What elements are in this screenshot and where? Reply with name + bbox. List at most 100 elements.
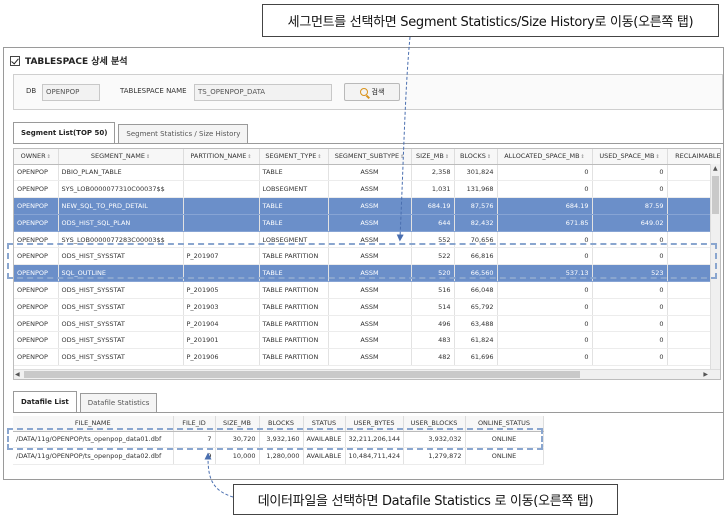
column-header-label: PARTITION_NAME: [190, 152, 247, 161]
table-cell: TABLE PARTITION: [259, 298, 329, 316]
table-cell: 496: [411, 315, 455, 333]
table-row[interactable]: OPENPOP ODS_HIST_SQL_PLAN TABLE ASSM 644 82,4…: [14, 214, 720, 232]
table-cell: 63,488: [454, 315, 498, 333]
panel-title: TABLESPACE 상세 분석: [25, 57, 128, 67]
table-cell: 87.59: [592, 197, 668, 215]
table-cell: 0: [497, 180, 593, 199]
sort-icon[interactable]: ⇕: [445, 154, 449, 160]
sort-icon[interactable]: ⇕: [487, 154, 491, 160]
table-cell: P_201903: [183, 298, 260, 316]
column-header[interactable]: PARTITION_NAME⇕: [183, 149, 260, 165]
table-row[interactable]: OPENPOP NEW_SQL_TO_PRD_DETAIL TABLE ASSM 684…: [14, 197, 720, 215]
vertical-scroll-thumb[interactable]: [712, 176, 719, 214]
tab-segment-list[interactable]: Segment List(TOP 50): [13, 122, 116, 143]
callout-datafile-note: 데이터파일을 선택하면 Datafile Statistics 로 이동(오른쪽…: [233, 484, 618, 515]
table-cell: 483: [411, 331, 455, 350]
table-cell: ASSM: [328, 331, 412, 350]
sort-icon[interactable]: ⇕: [655, 154, 659, 160]
table-cell: TABLE PARTITION: [259, 315, 329, 333]
table-cell: 0: [592, 348, 668, 367]
column-header-label: SIZE_MB: [223, 419, 251, 428]
table-cell: P_201904: [183, 315, 260, 333]
tab-datafile-statistics[interactable]: Datafile Statistics: [79, 393, 158, 412]
sort-icon[interactable]: ⇕: [400, 154, 404, 160]
table-row[interactable]: OPENPOP ODS_HIST_SYSSTAT P_201903 TABLE PAR…: [14, 298, 720, 316]
table-row[interactable]: /DATA/11g/OPENPOP/ts_openpop_data02.dbf 9…: [13, 447, 544, 466]
segment-horizontal-scrollbar[interactable]: ◀ ▶: [14, 369, 720, 379]
table-cell: OPENPOP: [14, 164, 59, 182]
table-cell: P_201905: [183, 281, 260, 299]
horizontal-scroll-thumb[interactable]: [24, 371, 580, 378]
table-cell: 2,358: [411, 164, 455, 182]
table-cell: ASSM: [328, 164, 412, 182]
tab-datafile-list[interactable]: Datafile List: [13, 391, 77, 412]
column-header[interactable]: SEGMENT_TYPE⇕: [259, 149, 329, 165]
column-header-label: SEGMENT_SUBTYPE: [334, 152, 400, 161]
column-header[interactable]: USED_SPACE_MB⇕: [592, 149, 668, 165]
column-header[interactable]: SIZE_MB⇕: [411, 149, 455, 165]
table-cell: ASSM: [328, 298, 412, 316]
table-cell: AVAILABLE: [303, 447, 346, 466]
table-cell: 10,484,711,424: [345, 447, 404, 466]
table-cell: 482: [411, 348, 455, 367]
db-field[interactable]: OPENPOP: [42, 84, 100, 101]
column-header[interactable]: OWNER⇕: [14, 149, 59, 165]
table-row[interactable]: OPENPOP ODS_HIST_SYSSTAT P_201901 TABLE PAR…: [14, 331, 720, 350]
column-header[interactable]: SEGMENT_NAME⇕: [58, 149, 184, 165]
column-header[interactable]: ALLOCATED_SPACE_MB⇕: [497, 149, 593, 165]
column-header-label: USER_BLOCKS: [410, 419, 458, 428]
table-cell: [183, 214, 260, 232]
table-cell: 0: [592, 281, 668, 299]
checkbox-icon[interactable]: [10, 55, 20, 66]
sort-icon[interactable]: ⇕: [247, 154, 251, 160]
datafile-tab-divider: [13, 412, 723, 413]
column-header[interactable]: BLOCKS⇕: [454, 149, 498, 165]
table-row[interactable]: OPENPOP ODS_HIST_SYSSTAT P_201906 TABLE PAR…: [14, 348, 720, 367]
column-header-label: USED_SPACE_MB: [599, 152, 655, 161]
column-header[interactable]: RECLAIMABLE⇕: [667, 149, 720, 165]
table-cell: SYS_LOB0000077310C00037$$: [58, 180, 184, 199]
table-cell: ODS_HIST_SYSSTAT: [58, 281, 184, 299]
table-cell: 0: [497, 348, 593, 367]
table-cell: TABLE PARTITION: [259, 281, 329, 299]
segment-tab-divider: [13, 143, 723, 144]
column-header-label: OWNER: [20, 152, 46, 161]
table-row[interactable]: OPENPOP ODS_HIST_SYSSTAT P_201904 TABLE PAR…: [14, 315, 720, 333]
db-label: DB: [26, 87, 37, 95]
sort-icon[interactable]: ⇕: [317, 154, 321, 160]
sort-icon[interactable]: ⇕: [581, 154, 585, 160]
table-row[interactable]: OPENPOP SYS_LOB0000077310C00037$$ LOBSEGME…: [14, 180, 720, 199]
table-row[interactable]: OPENPOP ODS_HIST_SYSSTAT P_201905 TABLE PAR…: [14, 281, 720, 299]
table-cell: DBIO_PLAN_TABLE: [58, 164, 184, 182]
table-cell: 0: [592, 315, 668, 333]
table-cell: 0: [592, 180, 668, 199]
table-cell: 0: [497, 281, 593, 299]
search-button[interactable]: 검색: [344, 83, 400, 101]
table-cell: 514: [411, 298, 455, 316]
scroll-left-icon[interactable]: ◀: [15, 370, 20, 379]
table-cell: 0: [497, 164, 593, 182]
column-header[interactable]: SEGMENT_SUBTYPE⇕: [328, 149, 412, 165]
tab-segment-statistics[interactable]: Segment Statistics / Size History: [118, 124, 249, 143]
datafile-selection-highlight: [7, 428, 543, 450]
table-cell: P_201901: [183, 331, 260, 350]
table-cell: 0: [497, 331, 593, 350]
table-cell: TABLE: [259, 214, 329, 232]
table-cell: [183, 197, 260, 215]
sort-icon[interactable]: ⇕: [47, 154, 51, 160]
table-cell: 684.19: [411, 197, 455, 215]
tablespace-name-field[interactable]: TS_OPENPOP_DATA: [194, 84, 332, 101]
table-cell: 301,824: [454, 164, 498, 182]
table-cell: 131,968: [454, 180, 498, 199]
scroll-right-icon[interactable]: ▶: [703, 370, 708, 379]
table-cell: 1,280,000: [259, 447, 304, 466]
column-header-label: FILE_ID: [182, 419, 206, 428]
table-cell: 0: [497, 298, 593, 316]
table-row[interactable]: OPENPOP DBIO_PLAN_TABLE TABLE ASSM 2,358 301,…: [14, 164, 720, 182]
sort-icon[interactable]: ⇕: [146, 154, 150, 160]
filter-bar: DB OPENPOP TABLESPACE NAME TS_OPENPOP_DA…: [13, 74, 723, 110]
table-cell: 82,432: [454, 214, 498, 232]
search-button-label: 검색: [371, 88, 385, 96]
scroll-up-icon[interactable]: ▲: [713, 164, 718, 174]
column-header-label: ALLOCATED_SPACE_MB: [504, 152, 580, 161]
